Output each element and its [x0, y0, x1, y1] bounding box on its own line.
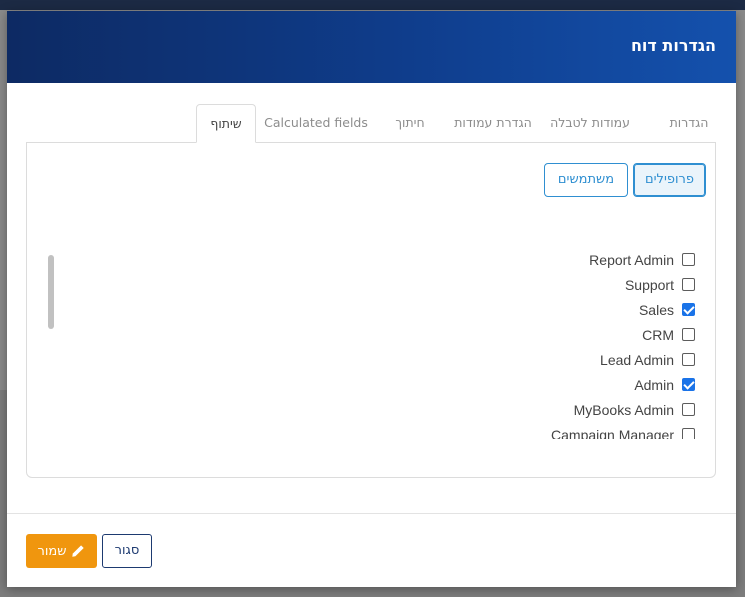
tab-calculated-fields[interactable]: Calculated fields [259, 104, 373, 143]
tab-bar: הגדרות עמודות לטבלה הגדרת עמודות חיתוך C… [7, 104, 736, 143]
list-item[interactable]: CRM [375, 322, 695, 347]
tab-column-settings[interactable]: הגדרת עמודות [448, 104, 538, 143]
profile-label: Campaign Manager [551, 426, 674, 440]
save-button[interactable]: שמור [26, 534, 97, 568]
profile-list: Report Admin Support Sales CRM Lead Admi… [375, 247, 695, 439]
profile-label: Lead Admin [600, 351, 674, 368]
tab-table-columns[interactable]: עמודות לטבלה [540, 104, 640, 143]
modal-title: הגדרות דוח [630, 36, 716, 55]
close-button[interactable]: סגור [102, 534, 152, 568]
pencil-icon [72, 545, 85, 557]
tab-settings[interactable]: הגדרות [656, 104, 722, 143]
profile-label: Support [624, 276, 674, 293]
modal-header: הגדרות דוח [7, 11, 736, 83]
list-item[interactable]: Report Admin [375, 247, 695, 272]
tab-sharing[interactable]: שיתוף [196, 104, 256, 143]
list-item[interactable]: MyBooks Admin [375, 397, 695, 422]
profile-label: CRM [642, 326, 674, 343]
profile-checkbox[interactable] [682, 428, 695, 439]
profile-checkbox[interactable] [682, 253, 695, 266]
profiles-button[interactable]: פרופילים [633, 163, 706, 197]
list-item[interactable]: Sales [375, 297, 695, 322]
modal-footer: שמור סגור [7, 513, 736, 587]
profile-label: MyBooks Admin [573, 401, 674, 418]
list-item[interactable]: Support [375, 272, 695, 297]
tab-slicing[interactable]: חיתוך [376, 104, 444, 143]
profile-checkbox[interactable] [682, 328, 695, 341]
scrollbar-thumb[interactable] [48, 255, 54, 329]
users-button[interactable]: משתמשים [544, 163, 628, 197]
profile-checkbox[interactable] [682, 353, 695, 366]
page-backdrop-header [0, 0, 745, 10]
list-item[interactable]: Campaign Manager [375, 422, 695, 439]
save-button-label: שמור [37, 543, 67, 559]
profile-checkbox[interactable] [682, 403, 695, 416]
profile-checkbox[interactable] [682, 378, 695, 391]
profile-label: Admin [634, 376, 674, 393]
list-item[interactable]: Lead Admin [375, 347, 695, 372]
sharing-panel: פרופילים משתמשים Report Admin Support Sa… [26, 142, 716, 478]
profile-label: Report Admin [589, 251, 674, 268]
profile-checkbox[interactable] [682, 303, 695, 316]
report-settings-modal: הגדרות דוח הגדרות עמודות לטבלה הגדרת עמו… [7, 11, 736, 587]
profile-label: Sales [638, 301, 674, 318]
list-item[interactable]: Admin [375, 372, 695, 397]
profile-checkbox[interactable] [682, 278, 695, 291]
